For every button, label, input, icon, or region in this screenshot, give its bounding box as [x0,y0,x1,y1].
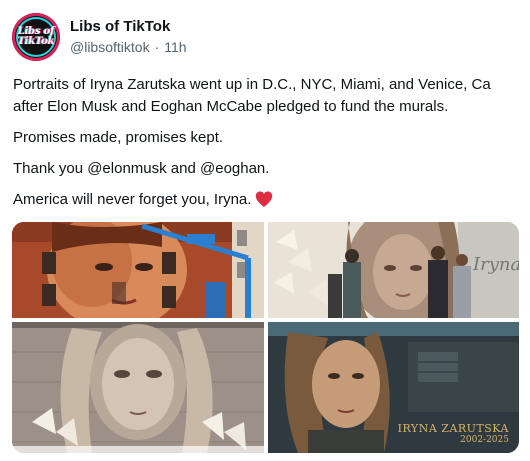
mural-caption-name: IRYNA ZARUTSKA [397,422,509,435]
mural-lilies-wall-image[interactable]: Iryna [268,222,519,318]
mural-caption: IRYNA ZARUTSKA 2002-2025 [398,422,509,445]
svg-text:Iryna: Iryna [472,254,519,275]
post-paragraph-text: Thank you @elonmusk and @eoghan. [13,160,270,177]
post-paragraph: Thank you @elonmusk and @eoghan. [13,158,523,180]
mural-caption-years: 2002-2025 [460,435,509,445]
author-handle[interactable]: @libsoftiktok [70,37,150,57]
post-time[interactable]: 11h [164,37,186,57]
author-display-name[interactable]: Libs of TikTok [70,17,187,37]
mural-brick-wall-image[interactable] [12,322,264,453]
avatar[interactable]: Libs of TikTok [12,13,60,61]
heart-icon [256,191,273,207]
post-paragraph-text: America will never forget you, Iryna. [13,191,252,208]
meta-separator: · [154,39,160,55]
post-paragraph: Promises made, promises kept. [13,129,224,146]
avatar-logo-line2: TikTok [17,36,55,47]
post-card[interactable]: Libs of TikTok Libs of TikTok @libsoftik… [0,0,530,461]
post-paragraph: after Elon Musk and Eoghan McCabe pledge… [13,98,449,115]
media-grid: Iryna IRYNA ZARUTSKA 2002-2025 [12,222,519,453]
post-paragraph: America will never forget you, Iryna. [13,189,523,211]
mural-night-street-image[interactable]: IRYNA ZARUTSKA 2002-2025 [268,322,519,453]
mural-nyc-building-image[interactable] [12,222,264,318]
post-paragraph: Portraits of Iryna Zarutska went up in D… [13,76,491,93]
post-text: Portraits of Iryna Zarutska went up in D… [13,74,523,220]
author-info: Libs of TikTok @libsoftiktok · 11h [70,17,187,57]
post-header: Libs of TikTok Libs of TikTok @libsoftik… [12,12,187,62]
author-meta: @libsoftiktok · 11h [70,37,187,57]
